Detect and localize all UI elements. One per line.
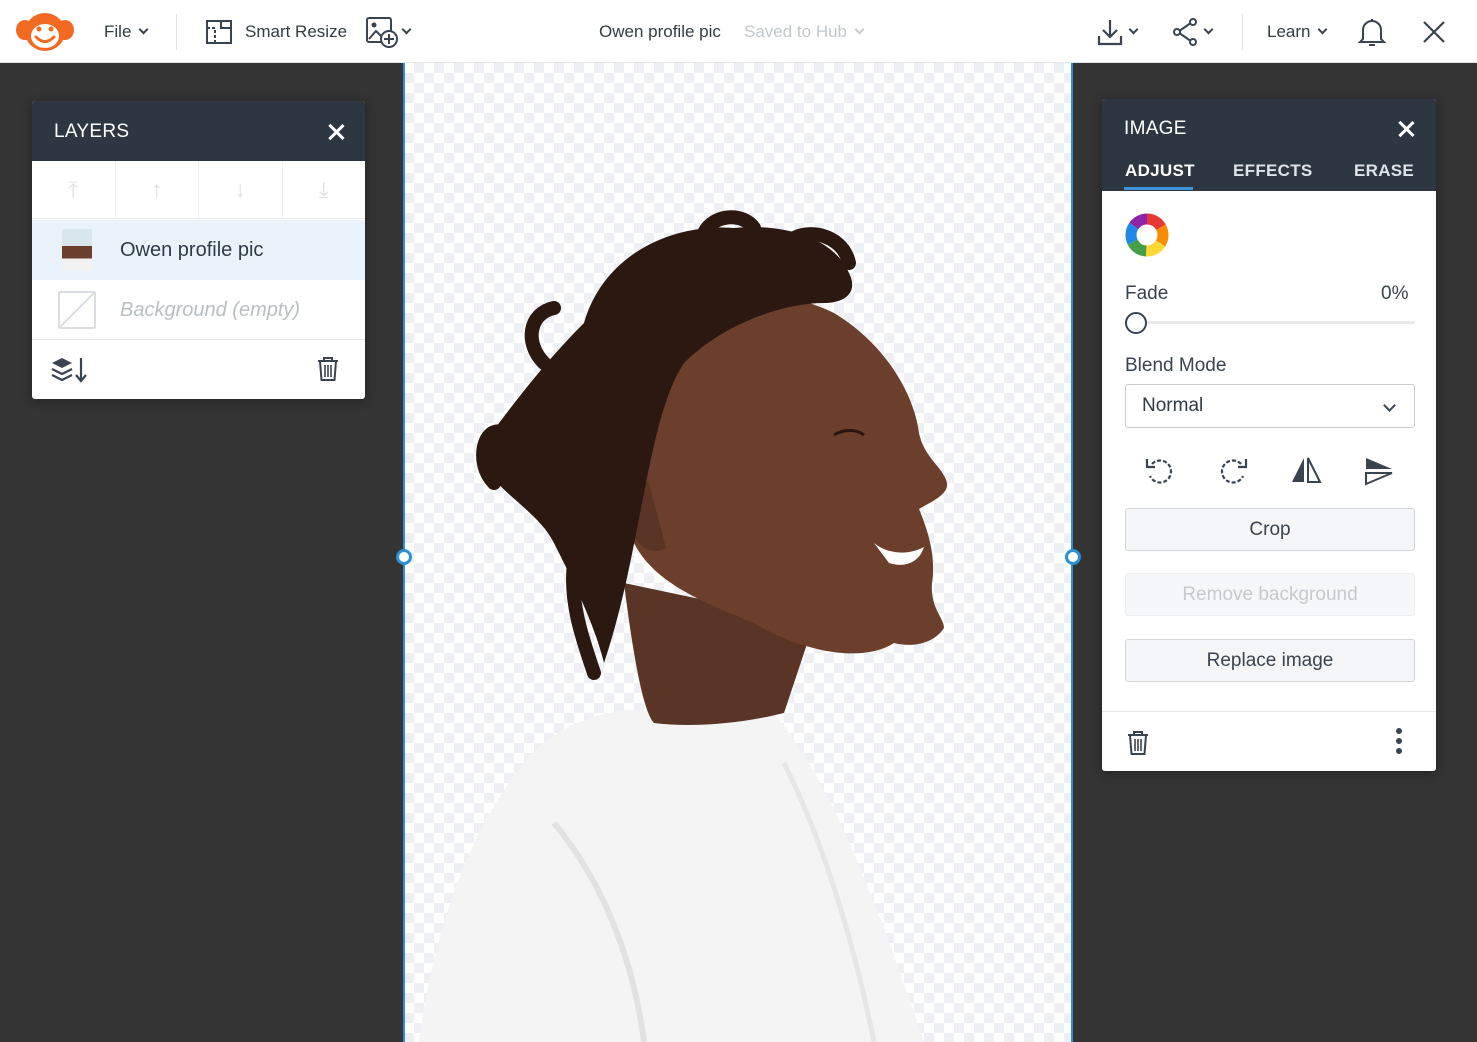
add-image-button[interactable] <box>365 0 412 63</box>
close-icon <box>1423 20 1445 43</box>
tab-erase[interactable]: ERASE <box>1354 161 1414 181</box>
file-menu-label: File <box>104 21 132 41</box>
chevron-down-icon <box>1203 24 1214 35</box>
color-wheel-icon[interactable] <box>1124 212 1170 258</box>
file-menu[interactable]: File <box>104 0 149 63</box>
layers-panel-title: LAYERS <box>54 121 130 142</box>
rotate-left-button[interactable] <box>1140 451 1180 491</box>
layers-panel-footer <box>32 339 365 399</box>
rotate-right-icon <box>1220 459 1248 484</box>
image-panel-header: IMAGE ADJUST EFFECTS ERASE <box>1102 99 1436 191</box>
bring-forward-icon[interactable]: ↑ <box>116 161 199 218</box>
learn-menu[interactable]: Learn <box>1267 0 1328 63</box>
replace-image-button[interactable]: Replace image <box>1125 639 1415 682</box>
rotate-left-icon <box>1145 459 1173 484</box>
share-icon <box>1173 17 1197 46</box>
layer-item-label: Owen profile pic <box>120 238 264 261</box>
save-status-menu[interactable]: Saved to Hub <box>744 0 865 63</box>
layers-panel-header: LAYERS <box>32 101 365 161</box>
share-button[interactable] <box>1171 0 1214 63</box>
image-properties-panel: IMAGE ADJUST EFFECTS ERASE Fade 0% Blend… <box>1102 99 1436 771</box>
active-tab-indicator <box>1124 187 1193 190</box>
layer-item-background[interactable]: Background (empty) <box>32 280 365 340</box>
bring-to-front-icon[interactable]: ⤒ <box>32 161 116 218</box>
smart-resize-icon <box>206 19 232 44</box>
chevron-down-icon <box>138 24 149 35</box>
trash-icon[interactable] <box>317 356 339 382</box>
more-options-icon[interactable] <box>1395 727 1403 755</box>
learn-menu-label: Learn <box>1267 21 1311 41</box>
document-title[interactable]: Owen profile pic <box>599 0 721 63</box>
replace-image-label: Replace image <box>1206 649 1334 671</box>
image-panel-title: IMAGE <box>1124 118 1187 139</box>
picmonkey-logo-icon[interactable] <box>14 0 76 63</box>
chevron-down-icon <box>401 24 412 35</box>
remove-background-label: Remove background <box>1182 583 1358 605</box>
add-image-icon <box>366 16 398 48</box>
fade-value: 0% <box>1381 283 1409 304</box>
flip-vertical-icon <box>1365 458 1393 486</box>
close-editor-button[interactable] <box>1422 0 1446 63</box>
crop-button-label: Crop <box>1249 518 1291 540</box>
blend-mode-value: Normal <box>1142 395 1204 416</box>
design-canvas[interactable] <box>404 63 1073 1042</box>
fade-slider-handle[interactable] <box>1125 312 1147 334</box>
document-title-label: Owen profile pic <box>599 21 721 41</box>
close-layers-button[interactable] <box>326 122 346 142</box>
toolbar-divider <box>176 14 177 50</box>
layers-panel: LAYERS ⤒ ↑ ↓ ⤓ Owen profile pic Backgrou… <box>32 101 365 399</box>
smart-resize-label: Smart Resize <box>245 21 348 41</box>
send-to-back-icon[interactable]: ⤓ <box>283 161 366 218</box>
layer-item-photo[interactable]: Owen profile pic <box>32 220 365 280</box>
bell-icon <box>1357 18 1387 46</box>
rotate-right-button[interactable] <box>1213 451 1253 491</box>
remove-background-button[interactable]: Remove background <box>1125 573 1415 616</box>
chevron-down-icon <box>1128 24 1139 35</box>
chevron-down-icon <box>1318 24 1328 35</box>
layer-item-label: Background (empty) <box>120 298 301 321</box>
resize-handle-right[interactable] <box>1065 549 1081 565</box>
top-toolbar: File Smart Resize Owen profile pic Saved… <box>0 0 1477 63</box>
fade-slider-track[interactable] <box>1136 321 1415 324</box>
fade-label: Fade <box>1125 283 1169 304</box>
close-image-panel-button[interactable] <box>1396 119 1416 139</box>
empty-layer-icon <box>58 291 96 329</box>
layer-sort-icon[interactable] <box>50 355 88 385</box>
blend-mode-label: Blend Mode <box>1125 355 1227 376</box>
smart-resize-button[interactable]: Smart Resize <box>205 0 347 63</box>
flip-horizontal-icon <box>1292 457 1322 483</box>
download-button[interactable] <box>1096 0 1139 63</box>
blend-mode-select[interactable]: Normal <box>1125 384 1415 428</box>
save-status-label: Saved to Hub <box>744 21 848 41</box>
download-icon <box>1097 19 1123 45</box>
profile-photo-image[interactable] <box>404 63 1073 1042</box>
resize-handle-left[interactable] <box>396 549 412 565</box>
tab-effects[interactable]: EFFECTS <box>1233 161 1313 181</box>
tab-adjust[interactable]: ADJUST <box>1125 161 1195 181</box>
crop-button[interactable]: Crop <box>1125 508 1415 551</box>
image-panel-footer <box>1102 711 1436 771</box>
send-backward-icon[interactable]: ↓ <box>199 161 283 218</box>
chevron-down-icon <box>854 24 865 35</box>
chevron-down-icon <box>1383 399 1396 412</box>
layer-order-controls: ⤒ ↑ ↓ ⤓ <box>32 161 365 219</box>
layer-thumbnail <box>62 229 92 271</box>
flip-vertical-button[interactable] <box>1359 451 1399 491</box>
trash-icon[interactable] <box>1127 730 1149 756</box>
flip-horizontal-button[interactable] <box>1286 451 1326 491</box>
notifications-button[interactable] <box>1355 0 1389 63</box>
toolbar-divider <box>1242 14 1243 50</box>
